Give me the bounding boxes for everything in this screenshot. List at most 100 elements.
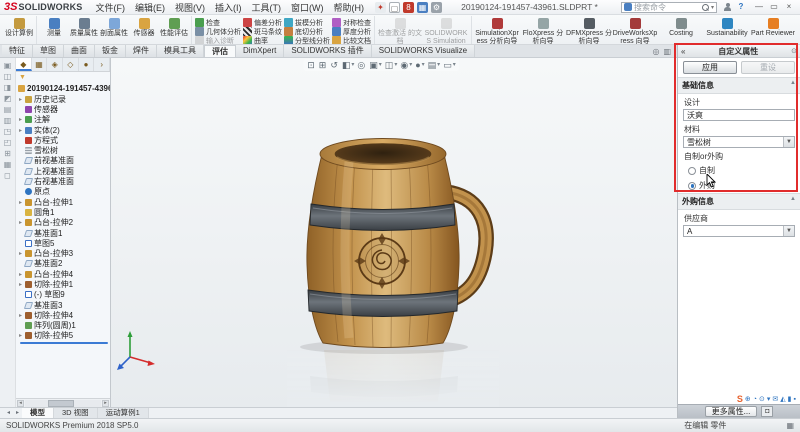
left-toolbar-icon[interactable]: ◰ [4, 139, 12, 147]
make-radio-button[interactable] [688, 167, 696, 175]
command-search[interactable]: 搜索命令 ▾ [621, 2, 717, 13]
doc-tabs-left-icon[interactable]: ◂ [4, 408, 13, 418]
pin-icon[interactable]: ⊙ [791, 47, 797, 55]
command-tab[interactable]: SOLIDWORKS 插件 [284, 45, 371, 57]
status-grid-icon[interactable]: ▦ [786, 421, 794, 430]
tree-root-item[interactable]: 20190124-191457-43961 (默认<<默... [18, 83, 110, 94]
collapse-chevron-icon[interactable]: ▲ [790, 80, 796, 91]
scrollbar-thumb[interactable] [48, 400, 74, 407]
footer-icon[interactable]: ◔ [753, 396, 757, 403]
supplier-dropdown[interactable]: A ▼ [683, 225, 795, 237]
left-toolbar-icon[interactable]: ▣ [4, 62, 12, 70]
minimize-button[interactable]: — [752, 2, 766, 13]
command-tab[interactable]: 焊件 [126, 45, 157, 57]
expand-arrow-icon[interactable]: ▸ [19, 250, 24, 257]
lock-icon[interactable]: ◘ [761, 406, 773, 417]
collapse-chevron-icon[interactable]: ▲ [790, 196, 796, 207]
headsup-icon[interactable]: ◉▾ [400, 60, 412, 70]
search-dropdown-icon[interactable]: ▾ [711, 4, 714, 11]
headsup-icon[interactable]: ↺ [330, 60, 339, 70]
tree-item[interactable]: ▸ 雪松树 [18, 145, 110, 155]
headsup-icon[interactable]: ●▾ [415, 60, 424, 70]
ribbon-button[interactable]: 测量 [39, 16, 69, 44]
tree-item[interactable]: ▸ 前视基准面 [18, 156, 110, 166]
ribbon-button[interactable]: DFMXpress 分析向导 [566, 16, 612, 44]
expand-arrow-icon[interactable]: ▸ [19, 271, 24, 278]
material-dropdown[interactable]: 雪松树 ▼ [683, 136, 795, 148]
tree-item[interactable]: ▸ 凸台-拉伸1 [18, 197, 110, 207]
tree-item[interactable]: ▸ 注解 [18, 115, 110, 125]
design-input[interactable]: 沃爽 [683, 109, 795, 121]
purchase-info-section-header[interactable]: 外购信息 ▲ [678, 193, 800, 210]
document-tab[interactable]: 3D 视图 [54, 408, 98, 418]
tabrow-tool-icon[interactable]: ◎ [652, 47, 659, 56]
pin-icon[interactable]: ✦ [375, 2, 386, 13]
expand-arrow-icon[interactable]: ▸ [19, 127, 24, 134]
tree-item[interactable]: ▸ 切除-拉伸1 [18, 279, 110, 289]
tree-item[interactable]: ▸ 方程式 [18, 135, 110, 145]
command-tab[interactable]: 钣金 [95, 45, 126, 57]
left-toolbar-icon[interactable]: ▥ [4, 117, 12, 125]
tree-item[interactable]: ▸ 凸台-拉伸3 [18, 248, 110, 258]
expand-arrow-icon[interactable]: ▸ [19, 116, 24, 123]
apply-button[interactable]: 应用 [683, 61, 737, 74]
left-toolbar-icon[interactable]: ◻ [4, 172, 11, 180]
basic-info-section-header[interactable]: 基础信息 ▲ [678, 77, 800, 94]
menu-item[interactable]: 编辑(E) [130, 1, 170, 14]
tree-item[interactable]: ▸ 历史记录 [18, 94, 110, 104]
tree-item[interactable]: ▸ 凸台-拉伸2 [18, 218, 110, 228]
new-document-icon[interactable]: ▢ [389, 2, 400, 13]
ribbon-small-button[interactable]: 比较文档 [332, 36, 371, 45]
footer-icon[interactable]: ▪ [794, 396, 796, 403]
chevron-down-icon[interactable]: ▼ [783, 137, 794, 147]
menu-item[interactable]: 文件(F) [90, 1, 130, 14]
headsup-icon[interactable]: ▣▾ [369, 60, 382, 70]
make-radio-row[interactable]: 自制 [678, 163, 800, 178]
expand-arrow-icon[interactable]: ▸ [19, 199, 24, 206]
command-tab[interactable]: SOLIDWORKS Visualize [372, 45, 475, 57]
ribbon-button[interactable]: 剖面属性 [99, 16, 129, 44]
tree-item[interactable]: ▸ 草图5 [18, 238, 110, 248]
ribbon-small-button[interactable]: 输入诊断 [195, 36, 241, 45]
tree-horizontal-scrollbar[interactable]: ◂ ▸ [16, 398, 110, 407]
left-toolbar-icon[interactable]: ▦ [4, 161, 12, 169]
command-tab[interactable]: 草图 [33, 45, 64, 57]
footer-icon[interactable]: ◭ [780, 395, 785, 403]
tree-item[interactable]: ▸ 实体(2) [18, 125, 110, 135]
mug-3d-model[interactable] [287, 130, 499, 407]
headsup-icon[interactable]: ▭▾ [443, 60, 456, 70]
tree-item[interactable]: ▸ 阵列(圆周)1 [18, 321, 110, 331]
filter-funnel-icon[interactable]: ▼ [19, 74, 26, 81]
ribbon-button[interactable]: 性能评估 [159, 16, 189, 44]
ribbon-button[interactable]: 传感器 [129, 16, 159, 44]
rollback-bar[interactable] [20, 342, 108, 344]
left-toolbar-icon[interactable]: ▤ [4, 106, 12, 114]
left-toolbar-icon[interactable]: ⊞ [4, 150, 11, 158]
menu-item[interactable]: 插入(I) [210, 1, 247, 14]
restore-button[interactable]: ▭ [767, 2, 781, 13]
command-tab[interactable]: DimXpert [236, 45, 284, 57]
menu-item[interactable]: 工具(T) [246, 1, 286, 14]
ribbon-button[interactable]: 质量属性 [69, 16, 99, 44]
expand-arrow-icon[interactable]: ▸ [19, 312, 24, 319]
ribbon-button[interactable]: DriveWorksXpress 向导 [612, 16, 658, 44]
headsup-icon[interactable]: ◫▾ [385, 60, 398, 70]
document-tab[interactable]: 模型 [22, 408, 54, 418]
close-button[interactable]: × [782, 2, 796, 13]
tree-item[interactable]: ▸ 凸台-拉伸4 [18, 269, 110, 279]
ribbon-button[interactable]: Sustainability [704, 16, 750, 44]
doc-tabs-right-icon[interactable]: ▸ [13, 408, 22, 418]
left-toolbar-icon[interactable]: ◩ [4, 95, 12, 103]
ribbon-button[interactable]: FloXpress 分析向导 [520, 16, 566, 44]
buy-radio-button[interactable] [688, 182, 696, 190]
document-tab[interactable]: 运动算例1 [98, 408, 149, 418]
tree-item[interactable]: ▸ 传感器 [18, 104, 110, 114]
left-toolbar-icon[interactable]: ◨ [4, 84, 12, 92]
chevron-down-icon[interactable]: ▼ [783, 226, 794, 236]
tree-tab-icon[interactable]: › [94, 58, 110, 71]
ribbon-small-button[interactable]: 曲率 [243, 36, 282, 45]
headsup-icon[interactable]: ▤▾ [428, 60, 441, 70]
ribbon-small-button[interactable]: 分型线分析 [284, 36, 330, 45]
tree-tab-icon[interactable]: ◆ [16, 58, 32, 71]
command-tab[interactable]: 模具工具 [157, 45, 204, 57]
